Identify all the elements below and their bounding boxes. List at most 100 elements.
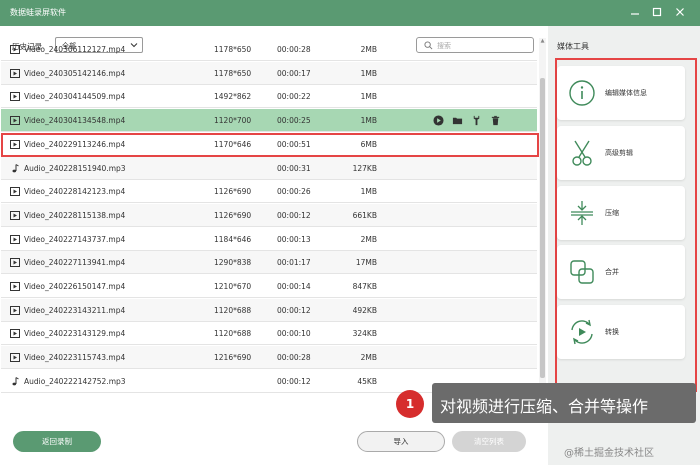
scroll-up-icon[interactable]: ▲ (539, 38, 546, 45)
video-file-icon (10, 282, 20, 291)
scrollbar-thumb[interactable] (540, 78, 545, 378)
file-size: 847KB (352, 282, 377, 291)
file-row[interactable]: Video_240304134548.mp4 1120*700 00:00:25 1M… (1, 109, 537, 133)
scissors-icon (572, 140, 592, 166)
file-row[interactable]: Video_240305142146.mp4 1178*650 00:00:17 1M… (1, 61, 537, 85)
tool-label: 编辑媒体信息 (605, 89, 647, 97)
clear-list-button[interactable]: 清空列表 (452, 431, 526, 452)
file-resolution: 1290*838 (214, 258, 252, 268)
file-resolution: 1120*688 (214, 305, 252, 315)
file-name: Video_240223143129.mp4 (24, 329, 126, 339)
convert-icon (571, 319, 593, 345)
file-size: 1MB (360, 92, 377, 102)
file-resolution: 1178*650 (214, 68, 252, 78)
merge-icon (570, 260, 594, 284)
row-actions (432, 114, 501, 126)
video-file-icon (10, 45, 20, 54)
tool-label: 压缩 (605, 209, 619, 217)
title-bar: 数据蛙录屏软件 (0, 0, 700, 26)
minimize-icon[interactable] (628, 5, 642, 19)
file-resolution: 1492*862 (214, 92, 252, 102)
step-badge: 1 (396, 390, 424, 418)
media-tools-title: 媒体工具 (557, 42, 589, 51)
tool-label: 合并 (605, 268, 619, 276)
file-resolution: 1120*700 (214, 116, 252, 126)
file-name: Video_240229113246.mp4 (24, 139, 126, 149)
file-row[interactable]: Video_240228142123.mp4 1126*690 00:00:26 1M… (1, 180, 537, 204)
file-size: 17MB (355, 258, 377, 268)
video-file-icon (10, 68, 20, 78)
tools-icon[interactable] (470, 114, 482, 126)
file-row[interactable]: Video_240226150147.mp4 1210*670 00:00:14 84… (1, 275, 537, 298)
file-size: 2MB (360, 234, 377, 244)
file-size: 2MB (360, 45, 377, 54)
file-name: Audio_240222142752.mp3 (24, 376, 126, 386)
info-icon (569, 80, 595, 106)
file-row[interactable]: Video_240304144509.mp4 1492*862 00:00:22 1M… (1, 85, 537, 109)
file-size: 2MB (360, 353, 377, 363)
file-name: Video_240227143737.mp4 (24, 234, 126, 244)
file-name: Video_240304134548.mp4 (24, 116, 126, 126)
file-size: 45KB (357, 376, 377, 386)
file-resolution: 1126*690 (214, 187, 252, 197)
video-file-icon (10, 305, 20, 315)
tool-label: 转换 (605, 328, 619, 336)
file-name: Video_240223143211.mp4 (24, 305, 126, 315)
tool-advanced-clip[interactable]: 高级剪辑 (557, 126, 685, 180)
tool-compress[interactable]: 压缩 (557, 186, 685, 240)
file-name: Video_240228115138.mp4 (24, 210, 126, 220)
file-size: 6MB (360, 139, 377, 149)
list-scrollbar[interactable]: ▲ ▼ (539, 38, 546, 398)
close-icon[interactable] (673, 5, 687, 19)
compress-icon (571, 201, 593, 225)
annotation-text: 对视频进行压缩、合并等操作 (440, 397, 649, 416)
video-file-icon (10, 139, 20, 149)
video-file-icon (10, 187, 20, 197)
play-icon[interactable] (432, 114, 444, 126)
tool-edit-media-info[interactable]: 编辑媒体信息 (557, 66, 685, 120)
file-size: 492KB (352, 305, 377, 315)
file-name: Video_240306112127.mp4 (24, 45, 126, 54)
maximize-icon[interactable] (650, 5, 664, 19)
file-size: 661KB (352, 210, 377, 220)
file-size: 324KB (352, 329, 377, 339)
file-row[interactable]: Video_240228115138.mp4 1126*690 00:00:12 66… (1, 203, 537, 227)
file-size: 1MB (360, 187, 377, 197)
watermark: @稀土掘金技术社区 (564, 448, 654, 459)
tool-convert[interactable]: 转换 (557, 305, 685, 359)
file-resolution: 1126*690 (214, 210, 252, 220)
annotation-callout: 对视频进行压缩、合并等操作 (432, 383, 696, 423)
video-file-icon (10, 258, 20, 268)
file-name: Audio_240228151940.mp3 (24, 163, 126, 173)
file-name: Video_240227113941.mp4 (24, 258, 126, 268)
file-row[interactable]: Video_240227143737.mp4 1184*646 00:00:13 2M… (1, 228, 537, 251)
video-file-icon (10, 210, 20, 220)
file-resolution: 1184*646 (214, 234, 252, 244)
video-file-icon (10, 329, 20, 339)
file-row[interactable]: Video_240227113941.mp4 1290*838 00:01:17 17… (1, 251, 537, 275)
tool-label: 高级剪辑 (605, 149, 633, 157)
file-name: Video_240304144509.mp4 (24, 92, 126, 102)
file-list: Video_240306112127.mp4 1178*650 00:00:28 2M… (1, 38, 537, 393)
import-button[interactable]: 导入 (357, 431, 445, 452)
folder-icon[interactable] (451, 114, 463, 126)
tool-merge[interactable]: 合并 (557, 245, 685, 299)
file-row[interactable]: Video_240229113246.mp4 1170*646 00:00:51 6M… (1, 133, 537, 156)
file-row[interactable]: Video_240223143129.mp4 1120*688 00:00:10 32… (1, 322, 537, 346)
file-size: 1MB (360, 68, 377, 78)
file-size: 1MB (360, 116, 377, 126)
file-name: Video_240226150147.mp4 (24, 282, 126, 291)
video-file-icon (10, 92, 20, 102)
file-row[interactable]: Video_240223143211.mp4 1120*688 00:00:12 49… (1, 298, 537, 322)
file-row[interactable]: Audio_240228151940.mp3 00:00:31 127KB (1, 156, 537, 180)
trash-icon[interactable] (489, 114, 501, 126)
file-row[interactable]: Video_240306112127.mp4 1178*650 00:00:28 2M… (1, 38, 537, 61)
file-resolution: 1120*688 (214, 329, 252, 339)
back-to-record-button[interactable]: 返回录制 (13, 431, 101, 452)
file-resolution: 1170*646 (214, 139, 252, 149)
file-size: 127KB (352, 163, 377, 173)
window-title: 数据蛙录屏软件 (10, 8, 66, 17)
file-row[interactable]: Video_240223115743.mp4 1216*690 00:00:28 2M… (1, 346, 537, 370)
file-resolution: 1210*670 (214, 282, 252, 291)
file-name: Video_240228142123.mp4 (24, 187, 126, 197)
